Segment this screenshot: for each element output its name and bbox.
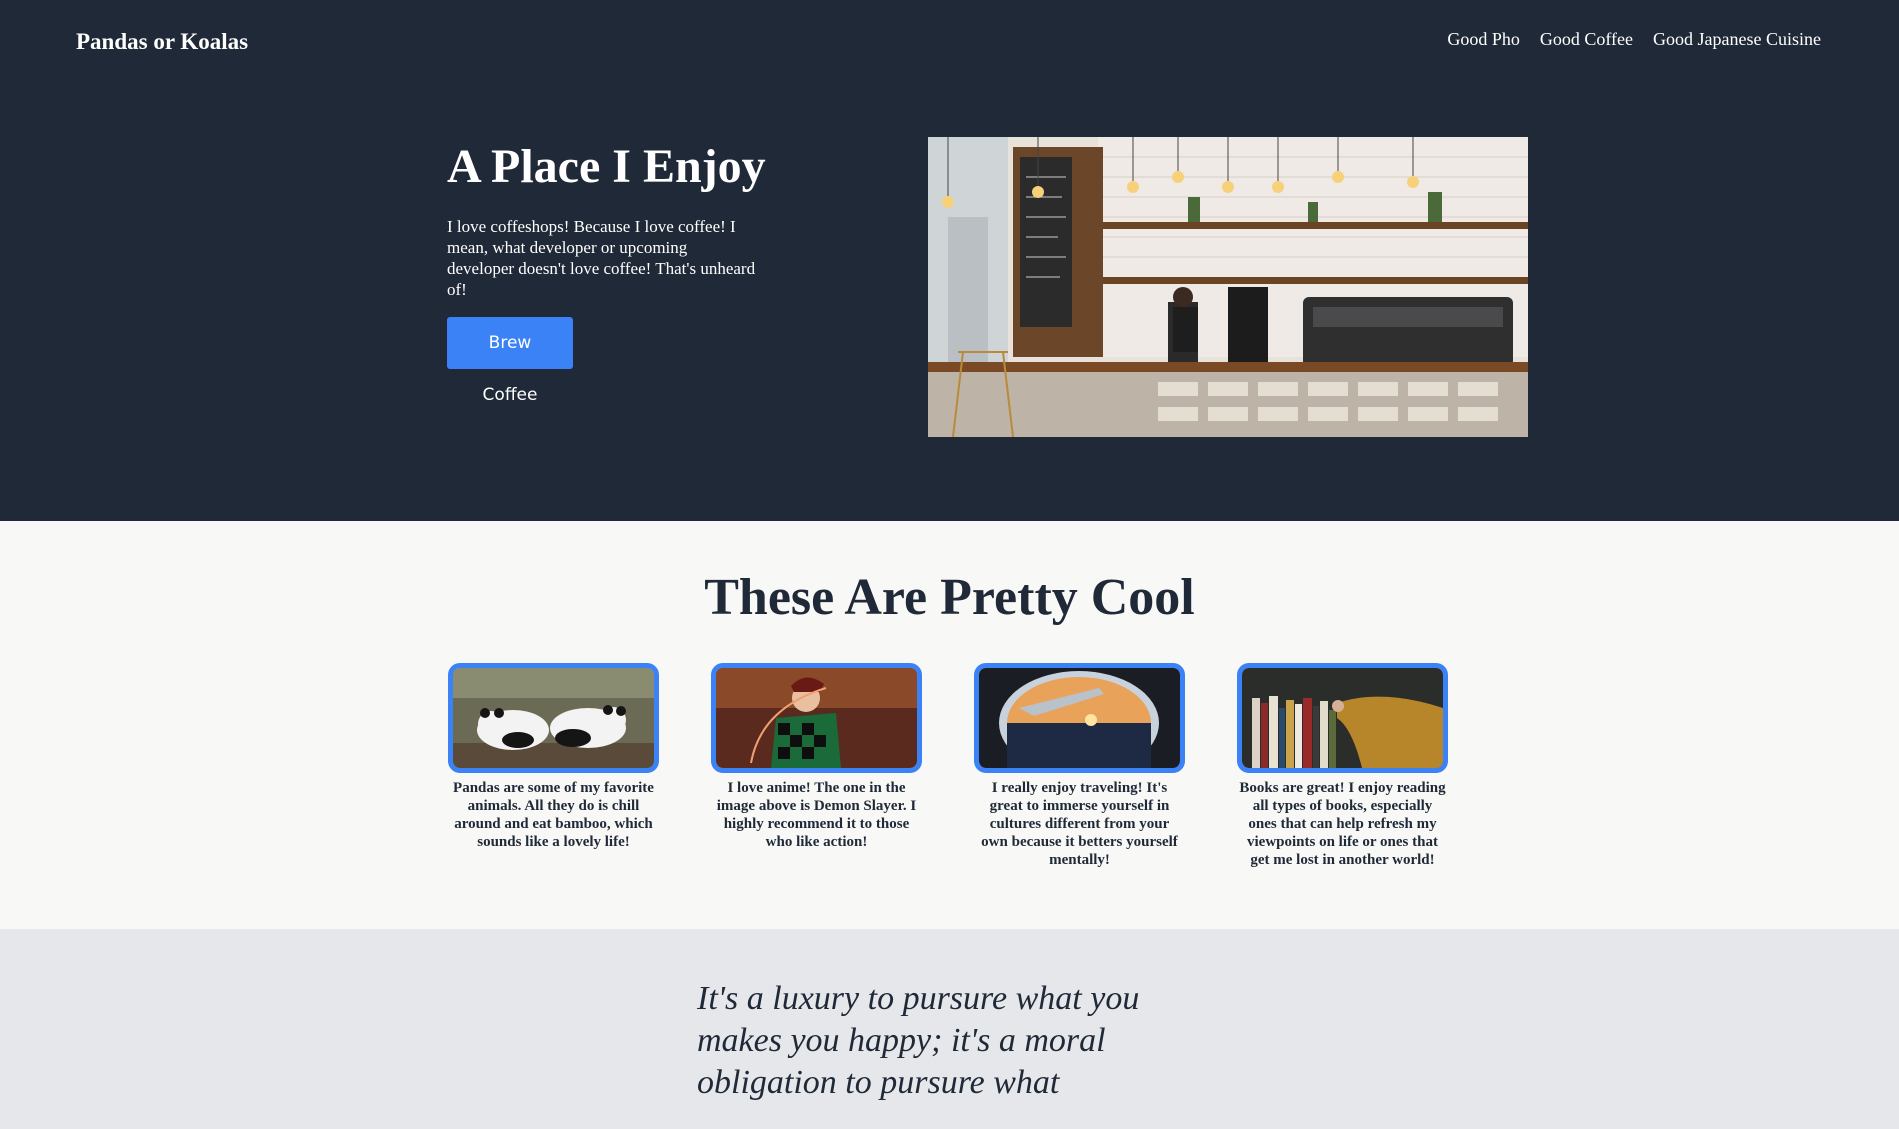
demon-slayer-photo [716, 668, 917, 768]
nav-link-good-coffee[interactable]: Good Coffee [1540, 29, 1633, 50]
card-text: I love anime! The one in the image above… [716, 780, 917, 850]
coffee-shop-image [928, 137, 1528, 437]
hero-title: A Place I Enjoy [447, 140, 766, 193]
nav-link-good-pho[interactable]: Good Pho [1447, 29, 1520, 50]
card-text: I really enjoy traveling! It's great to … [981, 780, 1178, 868]
card-text: Pandas are some of my favorite animals. … [453, 780, 654, 850]
nav-links: Good Pho Good Coffee Good Japanese Cuisi… [1447, 29, 1821, 50]
quote-section: It's a luxury to pursure what you makes … [0, 929, 1899, 1129]
card-books: Books are great! I enjoy reading all typ… [1237, 663, 1448, 869]
card-travel: I really enjoy traveling! It's great to … [974, 663, 1185, 869]
hero-description: I love coffeshops! Because I love coffee… [447, 217, 756, 299]
navbar: Pandas or Koalas Good Pho Good Coffee Go… [0, 0, 1899, 90]
card-image[interactable] [711, 663, 922, 773]
pandas-photo [453, 668, 654, 768]
card-image[interactable] [448, 663, 659, 773]
card-image[interactable] [1237, 663, 1448, 773]
card-anime: I love anime! The one in the image above… [711, 663, 922, 869]
hero-text: A Place I Enjoy I love coffeshops! Becau… [447, 140, 767, 405]
section-title: These Are Pretty Cool [704, 569, 1195, 626]
quote-text: It's a luxury to pursure what you makes … [697, 980, 1140, 1101]
coffee-shop-photo [928, 137, 1528, 437]
interests-section: These Are Pretty Cool Pandas are some of… [0, 521, 1899, 929]
card-text: Books are great! I enjoy reading all typ… [1239, 780, 1446, 868]
airplane-window-photo [979, 668, 1180, 768]
bookshelf-photo [1242, 668, 1443, 768]
brew-coffee-button[interactable]: Brew Coffee [447, 317, 573, 405]
card-pandas: Pandas are some of my favorite animals. … [448, 663, 659, 869]
card-image[interactable] [974, 663, 1185, 773]
brand-logo[interactable]: Pandas or Koalas [76, 29, 248, 55]
cards-row: Pandas are some of my favorite animals. … [448, 663, 1448, 869]
hero-section: Pandas or Koalas Good Pho Good Coffee Go… [0, 0, 1899, 521]
nav-link-good-japanese-cuisine[interactable]: Good Japanese Cuisine [1653, 29, 1821, 50]
